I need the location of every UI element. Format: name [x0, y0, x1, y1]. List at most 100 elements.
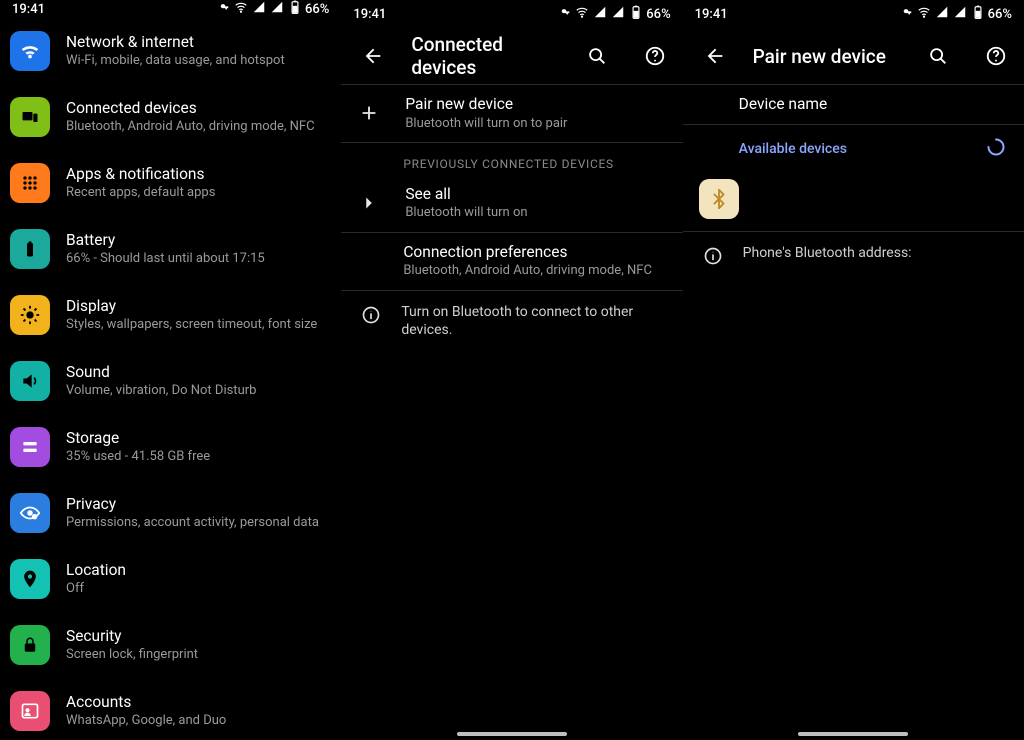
chevron-right-icon: [355, 189, 383, 217]
plus-icon: [355, 99, 383, 127]
refresh-spinner-icon[interactable]: [986, 137, 1006, 161]
row-title: See all: [405, 185, 527, 204]
accounts-icon: [10, 691, 50, 731]
signal-2-icon: [270, 0, 284, 18]
help-button[interactable]: [635, 36, 675, 76]
battery-icon: [629, 5, 643, 23]
pair-new-device-row[interactable]: Pair new device Bluetooth will turn on t…: [341, 85, 682, 142]
signal-2-icon: [611, 5, 625, 23]
app-bar: Connected devices: [341, 28, 682, 84]
settings-item-apps[interactable]: Apps & notificationsRecent apps, default…: [0, 150, 341, 216]
status-time: 19:41: [353, 7, 386, 22]
search-button[interactable]: [577, 36, 617, 76]
status-icons: 66%: [557, 5, 670, 23]
available-devices-label: Available devices: [739, 141, 847, 157]
battery-text: 66%: [305, 2, 329, 17]
item-title: Accounts: [66, 693, 226, 712]
device-name-row[interactable]: Device name: [683, 85, 1024, 124]
see-all-row[interactable]: See all Bluetooth will turn on: [341, 175, 682, 232]
row-subtitle: Bluetooth will turn on to pair: [405, 116, 567, 132]
privacy-icon: [10, 493, 50, 533]
item-subtitle: Permissions, account activity, personal …: [66, 515, 319, 531]
item-title: Battery: [66, 231, 265, 250]
status-bar: 19:41 66%: [0, 0, 341, 18]
item-title: Apps & notifications: [66, 165, 215, 184]
security-icon: [10, 625, 50, 665]
item-subtitle: Screen lock, fingerprint: [66, 647, 198, 663]
section-label: Previously connected devices: [341, 143, 682, 175]
available-devices-header: Available devices: [683, 125, 1024, 173]
settings-item-brightness[interactable]: DisplayStyles, wallpapers, screen timeou…: [0, 282, 341, 348]
app-bar: Pair new device: [683, 28, 1024, 84]
item-title: Display: [66, 297, 317, 316]
item-subtitle: 66% - Should last until about 17:15: [66, 251, 265, 267]
status-bar: 19:41 66%: [683, 0, 1024, 28]
status-time: 19:41: [695, 7, 728, 22]
settings-item-location[interactable]: LocationOff: [0, 546, 341, 612]
item-title: Sound: [66, 363, 256, 382]
item-title: Privacy: [66, 495, 319, 514]
item-subtitle: Off: [66, 581, 126, 597]
storage-icon: [10, 427, 50, 467]
search-button[interactable]: [918, 36, 958, 76]
pair-device-panel: 19:41 66% Pair new device Device name: [683, 0, 1024, 740]
vpn-icon: [216, 0, 230, 18]
row-subtitle: Bluetooth will turn on: [405, 205, 527, 221]
back-button[interactable]: [695, 36, 735, 76]
settings-item-privacy[interactable]: PrivacyPermissions, account activity, pe…: [0, 480, 341, 546]
bt-address-text: Phone's Bluetooth address:: [743, 244, 912, 266]
sound-icon: [10, 361, 50, 401]
battery-text: 66%: [988, 7, 1012, 22]
item-subtitle: 35% used - 41.58 GB free: [66, 449, 210, 465]
settings-item-sound[interactable]: SoundVolume, vibration, Do Not Disturb: [0, 348, 341, 414]
info-row: Turn on Bluetooth to connect to other de…: [341, 291, 682, 353]
item-subtitle: Bluetooth, Android Auto, driving mode, N…: [66, 119, 315, 135]
item-title: Security: [66, 627, 198, 646]
settings-item-storage[interactable]: Storage35% used - 41.58 GB free: [0, 414, 341, 480]
info-text: Turn on Bluetooth to connect to other de…: [401, 303, 666, 341]
back-button[interactable]: [353, 36, 393, 76]
settings-list: Network & internetWi-Fi, mobile, data us…: [0, 18, 341, 740]
item-subtitle: Recent apps, default apps: [66, 185, 215, 201]
bluetooth-icon: [699, 179, 739, 219]
bluetooth-device-row[interactable]: [683, 173, 1024, 225]
vpn-icon: [557, 5, 571, 23]
settings-item-accounts[interactable]: AccountsWhatsApp, Google, and Duo: [0, 678, 341, 740]
battery-icon: [288, 0, 302, 18]
signal-1-icon: [593, 5, 607, 23]
battery-icon: [971, 5, 985, 23]
gesture-pill[interactable]: [798, 732, 908, 736]
status-icons: 66%: [899, 5, 1012, 23]
settings-item-devices[interactable]: Connected devicesBluetooth, Android Auto…: [0, 84, 341, 150]
connection-preferences-row[interactable]: Connection preferences Bluetooth, Androi…: [341, 233, 682, 290]
wifi-icon: [575, 5, 589, 23]
row-title: Connection preferences: [403, 243, 652, 262]
settings-item-security[interactable]: SecurityScreen lock, fingerprint: [0, 612, 341, 678]
row-subtitle: Bluetooth, Android Auto, driving mode, N…: [403, 263, 652, 279]
wifi-icon: [917, 5, 931, 23]
item-subtitle: Styles, wallpapers, screen timeout, font…: [66, 317, 317, 333]
settings-item-battery[interactable]: Battery66% - Should last until about 17:…: [0, 216, 341, 282]
help-button[interactable]: [976, 36, 1016, 76]
item-subtitle: WhatsApp, Google, and Duo: [66, 713, 226, 729]
devices-icon: [10, 97, 50, 137]
item-subtitle: Volume, vibration, Do Not Disturb: [66, 383, 256, 399]
info-icon: [701, 244, 725, 266]
battery-icon: [10, 229, 50, 269]
battery-text: 66%: [646, 7, 670, 22]
status-icons: 66%: [216, 0, 329, 18]
gesture-pill[interactable]: [457, 732, 567, 736]
connected-devices-panel: 19:41 66% Connected devices: [341, 0, 682, 740]
item-title: Connected devices: [66, 99, 315, 118]
item-title: Network & internet: [66, 33, 285, 52]
settings-item-wifi[interactable]: Network & internetWi-Fi, mobile, data us…: [0, 18, 341, 84]
info-icon: [359, 303, 383, 341]
signal-2-icon: [953, 5, 967, 23]
brightness-icon: [10, 295, 50, 335]
item-subtitle: Wi-Fi, mobile, data usage, and hotspot: [66, 53, 285, 69]
page-title: Connected devices: [411, 33, 558, 79]
vpn-icon: [899, 5, 913, 23]
page-title: Pair new device: [753, 45, 900, 68]
status-time: 19:41: [12, 2, 45, 17]
item-title: Storage: [66, 429, 210, 448]
